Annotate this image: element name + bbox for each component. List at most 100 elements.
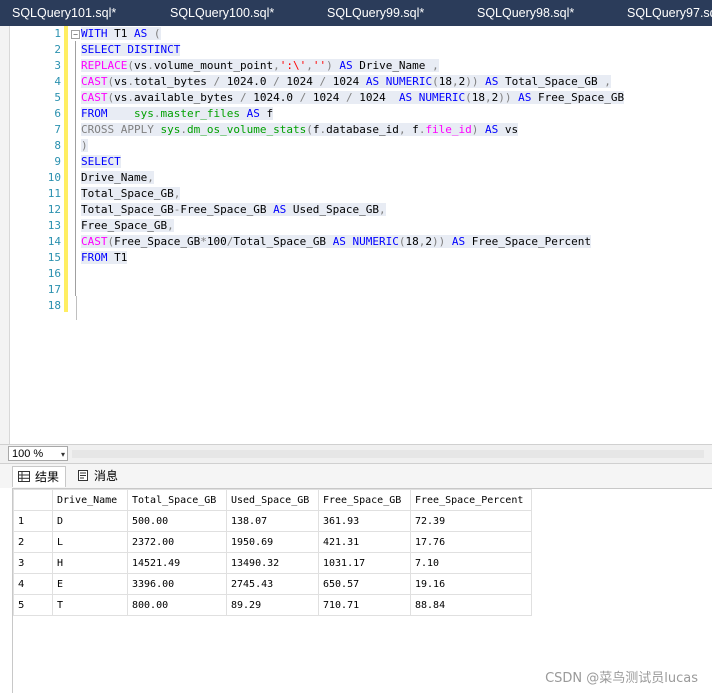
table-cell[interactable]: 500.00 [127, 510, 227, 532]
table-cell[interactable]: T [52, 594, 128, 616]
code-line[interactable]: CAST(Free_Space_GB*100/Total_Space_GB AS… [81, 234, 624, 250]
code-token: , [485, 91, 492, 104]
table-row[interactable]: 3 H 14521.49 13490.32 1031.17 7.10 [13, 552, 532, 574]
code-token: AS NUMERIC [332, 235, 399, 248]
row-number[interactable]: 1 [13, 510, 53, 532]
code-line[interactable]: SELECT DISTINCT [81, 42, 624, 58]
table-cell[interactable]: 17.76 [410, 531, 532, 553]
code-token: . [127, 75, 134, 88]
row-number[interactable]: 3 [13, 552, 53, 574]
code-line-text: Free_Space_GB, [81, 219, 174, 232]
code-line-text: CAST(vs.available_bytes / 1024.0 / 1024 … [81, 91, 625, 104]
row-number[interactable]: 5 [13, 594, 53, 616]
chevron-down-icon[interactable]: ▾ [61, 447, 65, 462]
tab-messages[interactable]: 消息 [72, 466, 124, 486]
code-token: . [180, 123, 187, 136]
table-cell[interactable]: 421.31 [318, 531, 411, 553]
line-number: 2 [54, 43, 61, 56]
table-cell[interactable]: 710.71 [318, 594, 411, 616]
horizontal-scrollbar[interactable] [72, 450, 704, 458]
table-cell[interactable]: 361.93 [318, 510, 411, 532]
table-cell[interactable]: 2372.00 [127, 531, 227, 553]
table-cell[interactable]: 2745.43 [226, 573, 319, 595]
row-number[interactable]: 2 [13, 531, 53, 553]
code-token: / [345, 91, 353, 104]
table-row[interactable]: 4 E 3396.00 2745.43 650.57 19.16 [13, 573, 532, 595]
code-token: master_files [160, 107, 240, 120]
code-token: , [432, 59, 439, 72]
table-cell[interactable]: 1031.17 [318, 552, 411, 574]
code-line[interactable]: Drive_Name, [81, 170, 624, 186]
table-cell[interactable]: 3396.00 [127, 573, 227, 595]
code-token: AS NUMERIC [365, 75, 433, 88]
code-line[interactable]: Total_Space_GB-Free_Space_GB AS Used_Spa… [81, 202, 624, 218]
table-row[interactable]: 2 L 2372.00 1950.69 421.31 17.76 [13, 531, 532, 553]
code-line[interactable] [81, 298, 624, 314]
code-token: , [306, 59, 313, 72]
code-line[interactable]: FROM T1 [81, 250, 624, 266]
row-number[interactable]: 4 [13, 573, 53, 595]
code-line[interactable]: WITH T1 AS ( [81, 26, 624, 42]
line-number: 3 [54, 59, 61, 72]
code-token: f [405, 123, 419, 136]
code-token: volume_mount_point [153, 59, 274, 72]
code-line[interactable]: CROSS APPLY sys.dm_os_volume_stats(f.dat… [81, 122, 624, 138]
code-token: , [379, 203, 386, 216]
collapse-icon[interactable]: − [71, 30, 80, 39]
table-cell[interactable]: 89.29 [226, 594, 319, 616]
column-header[interactable]: Used_Space_GB [226, 489, 319, 511]
column-header[interactable]: Free_Space_GB [318, 489, 411, 511]
tab-sqlquery99[interactable]: SQLQuery99.sql* [327, 0, 424, 26]
code-line[interactable]: FROM sys.master_files AS f [81, 106, 624, 122]
table-cell[interactable]: D [52, 510, 128, 532]
code-line[interactable]: REPLACE(vs.volume_mount_point,':\','') A… [81, 58, 624, 74]
tab-sqlquery101[interactable]: SQLQuery101.sql* [12, 0, 116, 26]
table-cell[interactable]: 800.00 [127, 594, 227, 616]
tab-results[interactable]: 结果 [12, 466, 67, 487]
code-line-text: CROSS APPLY sys.dm_os_volume_stats(f.dat… [81, 123, 519, 136]
tab-sqlquery100[interactable]: SQLQuery100.sql* [170, 0, 274, 26]
grid-header-row: Drive_Name Total_Space_GB Used_Space_GB … [13, 489, 532, 511]
code-line[interactable]: CAST(vs.total_bytes / 1024.0 / 1024 / 10… [81, 74, 624, 90]
table-cell[interactable]: H [52, 552, 128, 574]
query-editor[interactable]: 1 2 3 4 5 6 7 8 9 10 11 12 13 14 15 16 17 18 − WITH T1 AS… [0, 26, 712, 444]
results-grid-pane[interactable]: Drive_Name Total_Space_GB Used_Space_GB … [12, 488, 712, 693]
table-cell[interactable]: 650.57 [318, 573, 411, 595]
table-cell[interactable]: 138.07 [226, 510, 319, 532]
column-header[interactable]: Free_Space_Percent [410, 489, 532, 511]
table-cell[interactable]: 14521.49 [127, 552, 227, 574]
code-token: ( [465, 91, 472, 104]
tab-sqlquery97[interactable]: SQLQuery97.sq [627, 0, 712, 26]
table-cell[interactable]: 72.39 [410, 510, 532, 532]
line-number: 6 [54, 107, 61, 120]
code-line[interactable]: Free_Space_GB, [81, 218, 624, 234]
table-cell[interactable]: 7.10 [410, 552, 532, 574]
code-token: AS [332, 59, 353, 72]
zoom-select[interactable]: 100 % ▾ [8, 446, 68, 461]
code-token: Total_Space_GB [233, 235, 333, 248]
table-cell[interactable]: 19.16 [410, 573, 532, 595]
column-header[interactable]: Total_Space_GB [127, 489, 227, 511]
table-row[interactable]: 5 T 800.00 89.29 710.71 88.84 [13, 594, 532, 616]
code-token: , [451, 75, 459, 88]
code-line[interactable]: CAST(vs.available_bytes / 1024.0 / 1024 … [81, 90, 625, 106]
code-line[interactable] [81, 282, 624, 298]
row-header-corner[interactable] [13, 489, 53, 511]
code-area[interactable]: WITH T1 AS (SELECT DISTINCT REPLACE(vs.vo… [81, 26, 625, 314]
code-line[interactable]: SELECT [81, 154, 624, 170]
code-token: available_bytes [134, 91, 240, 104]
change-tracking-bar [64, 26, 68, 312]
tab-sqlquery98[interactable]: SQLQuery98.sql* [477, 0, 574, 26]
code-line-text: Drive_Name, [81, 171, 154, 184]
table-row[interactable]: 1 D 500.00 138.07 361.93 72.39 [13, 510, 532, 532]
table-cell[interactable]: 1950.69 [226, 531, 319, 553]
table-cell[interactable]: E [52, 573, 128, 595]
code-line[interactable] [81, 266, 624, 282]
code-line[interactable]: ) [81, 138, 624, 154]
table-cell[interactable]: 88.84 [410, 594, 532, 616]
column-header[interactable]: Drive_Name [52, 489, 128, 511]
table-cell[interactable]: L [52, 531, 128, 553]
code-line-text: REPLACE(vs.volume_mount_point,':\','') A… [81, 59, 439, 72]
code-line[interactable]: Total_Space_GB, [81, 186, 624, 202]
table-cell[interactable]: 13490.32 [226, 552, 319, 574]
